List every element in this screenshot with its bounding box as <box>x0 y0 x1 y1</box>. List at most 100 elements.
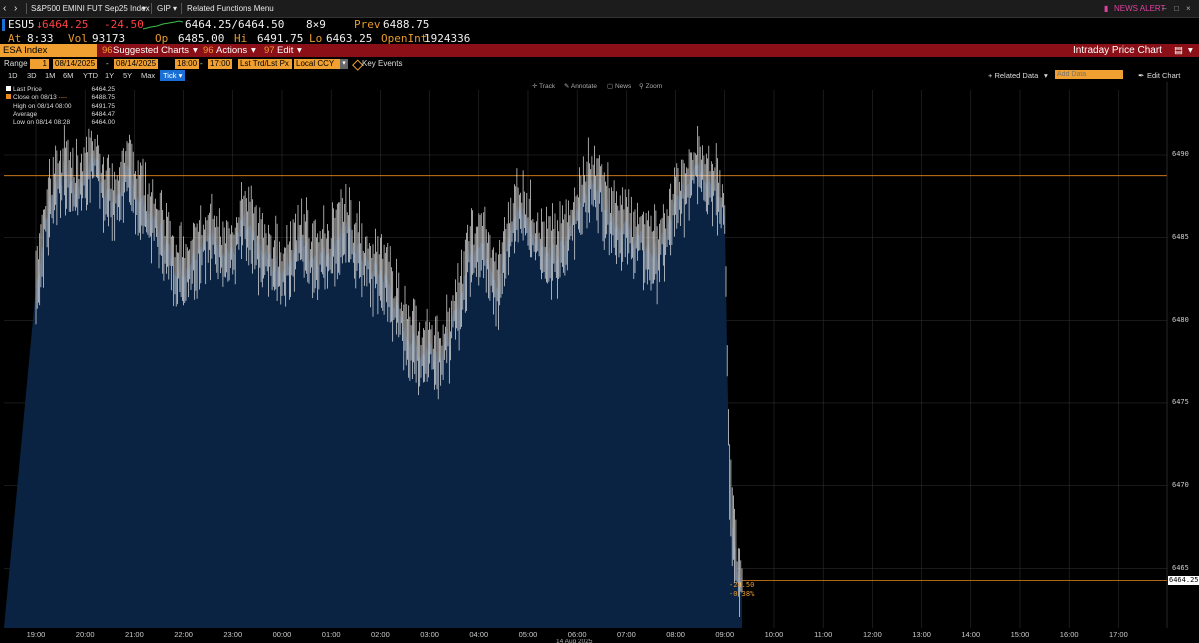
period-max[interactable]: Max <box>141 70 155 81</box>
x-tick-label: 17:00 <box>1108 630 1128 639</box>
chart-legend: Last Price 6464.25 Close on 08/13 ---- 648… <box>6 86 115 127</box>
dropdown-icon[interactable]: ▾ <box>1044 70 1048 81</box>
x-tick-label: 01:00 <box>321 630 341 639</box>
x-tick-label: 11:00 <box>814 630 833 639</box>
add-data-input[interactable] <box>1055 70 1123 79</box>
function-toolbar: ESA Index 96 Suggested Charts ▾ 96 Actio… <box>0 44 1199 57</box>
period-row: 1D 3D 1M 6M YTD 1Y 5Y Max Tick ▾ + Relat… <box>0 70 1199 82</box>
symbol: ESU5 <box>8 18 35 31</box>
change: -24.50 <box>104 18 144 31</box>
x-tick-label: 10:00 <box>764 630 784 639</box>
news-alert-link[interactable]: NEWS ALERT <box>1114 0 1165 17</box>
dropdown-icon[interactable]: ▾ <box>1188 44 1193 57</box>
dropdown-icon[interactable]: ▾ <box>173 0 177 17</box>
suggested-charts-button[interactable]: Suggested Charts <box>113 44 189 57</box>
back-arrow-icon[interactable]: ‹ <box>3 0 6 17</box>
legend-average[interactable]: Average 6484.47 <box>6 111 115 119</box>
pencil-icon[interactable]: ✒ <box>1138 70 1144 81</box>
x-tick-label: 12:00 <box>862 630 882 639</box>
change-pct: -0.38% <box>729 590 755 598</box>
x-tick-label: 21:00 <box>124 630 144 639</box>
actions-icon: 96 <box>203 45 214 56</box>
legend-last-price[interactable]: Last Price 6464.25 <box>6 86 115 94</box>
edit-icon: 97 <box>264 45 275 56</box>
dropdown-icon[interactable]: ▾ <box>142 0 146 17</box>
x-tick-label: 14:00 <box>961 630 981 639</box>
x-tick-label: 03:00 <box>420 630 439 639</box>
y-tick-label: 6465 <box>1172 564 1189 572</box>
last-price-tag: 6464.25 <box>1168 576 1199 585</box>
minimize-icon[interactable]: – <box>1162 0 1166 17</box>
period-1m[interactable]: 1M <box>45 70 55 81</box>
gip-menu[interactable]: GIP <box>157 0 171 17</box>
zoom-tool[interactable]: ⚲ Zoom <box>639 82 662 90</box>
intraday-chart[interactable] <box>0 82 1199 643</box>
dropdown-icon[interactable]: ▾ <box>251 44 256 57</box>
x-tick-label: 09:00 <box>715 630 735 639</box>
period-3d[interactable]: 3D <box>27 70 37 81</box>
end-date-field[interactable]: 08/14/2025 <box>114 59 159 69</box>
bid-ask-size: 8×9 <box>306 18 326 31</box>
export-icon[interactable]: ▤ <box>1174 44 1183 57</box>
x-tick-label: 13:00 <box>912 630 931 639</box>
prev-label: Prev <box>354 18 381 31</box>
legend-high[interactable]: High on 08/14 08:00 6491.75 <box>6 103 115 111</box>
x-tick-label: 08:00 <box>666 630 685 639</box>
range-label: Range <box>4 59 28 68</box>
range-period-field[interactable]: 1 <box>30 59 49 69</box>
period-1y[interactable]: 1Y <box>105 70 114 81</box>
news-tool[interactable]: ▢ News <box>607 82 631 90</box>
dropdown-icon[interactable]: ▾ <box>297 44 302 57</box>
change-abs: -24.50 <box>729 581 755 589</box>
time-separator: - <box>200 59 203 68</box>
y-tick-label: 6485 <box>1172 233 1189 241</box>
track-tool[interactable]: ✛ Track <box>532 82 555 90</box>
y-tick-label: 6470 <box>1172 481 1189 489</box>
x-tick-label: 02:00 <box>370 630 390 639</box>
suggested-charts-icon: 96 <box>102 45 113 56</box>
actions-button[interactable]: Actions <box>216 44 247 57</box>
edit-button[interactable]: Edit <box>277 44 293 57</box>
period-1d[interactable]: 1D <box>8 70 18 81</box>
news-alert-icon: ▮ <box>1104 4 1109 13</box>
dropdown-icon[interactable]: ▾ <box>340 59 348 69</box>
start-date-field[interactable]: 08/14/2025 <box>53 59 98 69</box>
x-tick-label: 05:00 <box>518 630 538 639</box>
period-6m[interactable]: 6M <box>63 70 73 81</box>
dropdown-icon[interactable]: ▾ <box>193 44 198 57</box>
annotate-tool[interactable]: ✎ Annotate <box>564 82 597 90</box>
period-ytd[interactable]: YTD <box>83 70 98 81</box>
y-tick-label: 6490 <box>1172 150 1189 158</box>
forward-arrow-icon[interactable]: › <box>14 0 17 17</box>
date-label: 14 Aug 2025 <box>556 639 593 643</box>
price-type-select[interactable]: Lst Trd/Lst Px <box>238 59 292 69</box>
legend-low[interactable]: Low on 08/14 08:28 6464.00 <box>6 119 115 127</box>
close-icon[interactable]: × <box>1186 0 1191 17</box>
x-tick-label: 06:00 <box>567 630 587 639</box>
security-title[interactable]: S&P500 EMINI FUT Sep25 Index <box>31 0 150 17</box>
period-tick-selected[interactable]: Tick ▾ <box>160 70 186 81</box>
last-price: 6464.25 <box>42 18 89 31</box>
top-bar: ‹ › S&P500 EMINI FUT Sep25 Index ▾ GIP ▾… <box>0 0 1199 18</box>
related-data-button[interactable]: + Related Data <box>988 70 1038 81</box>
quote-line-1: ESU5 ↓ 6464.25 -24.50 6464.25/6464.50 8×… <box>0 18 1199 32</box>
end-time-field[interactable]: 17:00 <box>208 59 233 69</box>
index-name-field[interactable]: ESA Index <box>0 44 97 57</box>
x-tick-label: 04:00 <box>469 630 489 639</box>
x-tick-label: 20:00 <box>75 630 95 639</box>
chart-title: Intraday Price Chart <box>1073 45 1162 56</box>
marker <box>2 19 5 31</box>
period-5y[interactable]: 5Y <box>123 70 132 81</box>
x-tick-label: 00:00 <box>272 630 292 639</box>
key-events-toggle[interactable]: Key Events <box>362 58 402 70</box>
maximize-icon[interactable]: □ <box>1174 0 1179 17</box>
legend-close[interactable]: Close on 08/13 ---- 6488.75 <box>6 94 115 102</box>
x-tick-label: 22:00 <box>174 630 193 639</box>
edit-chart-button[interactable]: Edit Chart <box>1147 70 1180 81</box>
x-tick-label: 23:00 <box>223 630 243 639</box>
x-tick-label: 15:00 <box>1010 630 1030 639</box>
related-functions-menu[interactable]: Related Functions Menu <box>187 0 274 17</box>
currency-select[interactable]: Local CCY <box>294 59 340 69</box>
start-time-field[interactable]: 18:00 <box>175 59 200 69</box>
y-tick-label: 6475 <box>1172 398 1189 406</box>
